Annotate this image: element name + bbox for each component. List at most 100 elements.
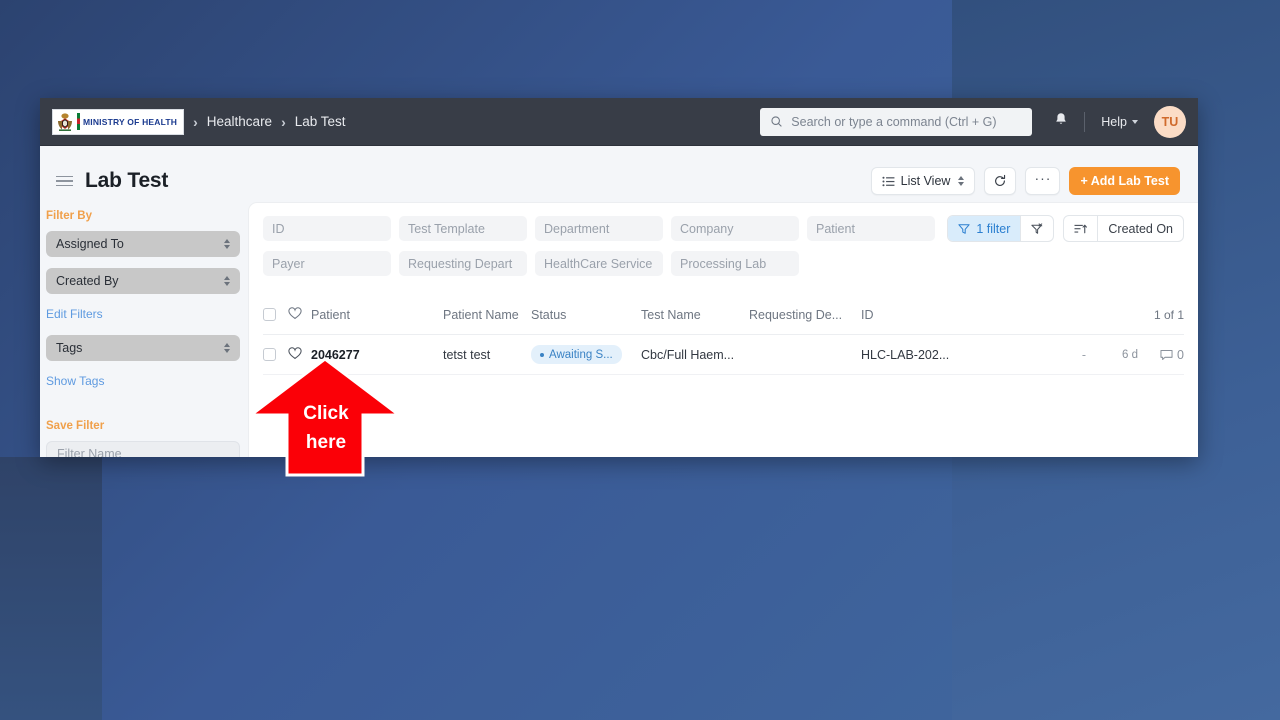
filter-name-input[interactable]: Filter Name bbox=[46, 441, 240, 457]
help-label: Help bbox=[1101, 114, 1127, 129]
logo-label: MINISTRY OF HEALTH bbox=[83, 116, 178, 127]
clear-filter-button[interactable] bbox=[1020, 216, 1053, 241]
status-dot-icon bbox=[540, 352, 544, 357]
chevron-down-icon bbox=[1132, 119, 1138, 124]
col-header-id[interactable]: ID bbox=[861, 308, 1154, 322]
status-badge-label: Awaiting S... bbox=[549, 348, 613, 361]
filter-sidebar: Filter By Assigned To Created By Edit Fi… bbox=[40, 202, 248, 457]
filter-patient-input[interactable]: Patient bbox=[807, 216, 935, 241]
search-placeholder: Search or type a command (Ctrl + G) bbox=[791, 114, 997, 129]
help-menu[interactable]: Help bbox=[1101, 115, 1138, 129]
filter-segment-group: 1 filter bbox=[947, 215, 1055, 242]
comment-icon bbox=[1160, 349, 1173, 360]
edit-filters-link[interactable]: Edit Filters bbox=[46, 307, 103, 321]
filter-department-input[interactable]: Department bbox=[535, 216, 663, 241]
sort-segment-group: Created On bbox=[1063, 215, 1184, 242]
page-container: Lab Test List View ··· + Add Lab Test Fi… bbox=[40, 146, 1198, 457]
cell-assigned: - bbox=[1081, 347, 1086, 362]
wallpaper-bottom-left-panel bbox=[0, 457, 102, 720]
assigned-to-label: Assigned To bbox=[56, 237, 124, 251]
result-count: 1 of 1 bbox=[1153, 307, 1184, 322]
col-header-requesting-dep[interactable]: Requesting De... bbox=[749, 308, 861, 322]
select-all-checkbox[interactable] bbox=[263, 308, 276, 321]
desktop-background: MINISTRY OF HEALTH › Healthcare › Lab Te… bbox=[0, 0, 1280, 720]
tags-label: Tags bbox=[56, 341, 83, 355]
cell-comments[interactable]: 0 bbox=[1138, 348, 1184, 362]
filter-healthcare-service-input[interactable]: HealthCare Service bbox=[535, 251, 663, 276]
filter-count-button[interactable]: 1 filter bbox=[948, 216, 1021, 241]
row-checkbox[interactable] bbox=[263, 348, 276, 361]
breadcrumb-separator-2: › bbox=[281, 113, 286, 130]
filter-payer-input[interactable]: Payer bbox=[263, 251, 391, 276]
ministry-of-health-logo[interactable]: MINISTRY OF HEALTH bbox=[52, 108, 185, 135]
list-view-label: List View bbox=[900, 174, 951, 188]
list-icon bbox=[882, 176, 895, 186]
filter-requesting-depart-input[interactable]: Requesting Depart bbox=[399, 251, 527, 276]
kenya-flag-stripe bbox=[77, 113, 80, 130]
filter-row-2: Payer Requesting Depart HealthCare Servi… bbox=[263, 251, 1184, 276]
chevron-updown-icon bbox=[224, 276, 230, 286]
row-favorite-heart-icon[interactable] bbox=[288, 346, 302, 363]
col-header-status[interactable]: Status bbox=[531, 308, 641, 322]
favorite-heart-icon[interactable] bbox=[288, 306, 302, 323]
lab-test-table: Patient Patient Name Status Test Name Re… bbox=[249, 295, 1198, 375]
list-card: ID Test Template Department Company Pati… bbox=[248, 202, 1198, 457]
kenya-coat-of-arms-icon bbox=[58, 112, 72, 131]
add-lab-test-button[interactable]: + Add Lab Test bbox=[1069, 167, 1180, 195]
cell-id: HLC-LAB-202... bbox=[861, 347, 950, 362]
chevron-updown-icon bbox=[224, 343, 230, 353]
sort-direction-button[interactable] bbox=[1064, 216, 1097, 241]
breadcrumb-separator-1: › bbox=[193, 113, 198, 130]
global-search-input[interactable]: Search or type a command (Ctrl + G) bbox=[760, 107, 1033, 136]
breadcrumb-healthcare[interactable]: Healthcare bbox=[207, 114, 272, 129]
save-filter-label: Save Filter bbox=[46, 420, 105, 432]
filter-fields: ID Test Template Department Company Pati… bbox=[249, 203, 1198, 295]
sidebar-toggle-icon[interactable] bbox=[56, 175, 73, 187]
app-navbar: MINISTRY OF HEALTH › Healthcare › Lab Te… bbox=[40, 98, 1198, 146]
search-icon bbox=[771, 116, 783, 127]
more-options-button[interactable]: ··· bbox=[1025, 167, 1061, 195]
sort-field-button[interactable]: Created On bbox=[1097, 216, 1183, 241]
col-header-test-name[interactable]: Test Name bbox=[641, 308, 749, 322]
created-by-select[interactable]: Created By bbox=[46, 268, 240, 294]
cell-patient-name: tetst test bbox=[443, 347, 491, 362]
notifications-bell-icon[interactable] bbox=[1054, 112, 1068, 132]
table-row[interactable]: 2046277 tetst test Awaiting S... Cbc/Ful… bbox=[263, 335, 1184, 375]
filter-test-template-input[interactable]: Test Template bbox=[399, 216, 527, 241]
comment-count: 0 bbox=[1177, 347, 1184, 362]
created-by-label: Created By bbox=[56, 274, 119, 288]
filter-clear-icon bbox=[1031, 222, 1043, 234]
content-columns: Filter By Assigned To Created By Edit Fi… bbox=[40, 202, 1198, 457]
cell-status: Awaiting S... bbox=[531, 345, 641, 364]
browser-window: MINISTRY OF HEALTH › Healthcare › Lab Te… bbox=[40, 98, 1198, 457]
refresh-button[interactable] bbox=[984, 167, 1017, 195]
sort-updown-icon bbox=[958, 176, 965, 186]
filter-count-label: 1 filter bbox=[976, 221, 1011, 236]
cell-patient-link[interactable]: 2046277 bbox=[311, 348, 443, 362]
chevron-updown-icon bbox=[224, 239, 230, 249]
filter-processing-lab-input[interactable]: Processing Lab bbox=[671, 251, 799, 276]
show-tags-link[interactable]: Show Tags bbox=[46, 374, 104, 388]
filter-row-1: ID Test Template Department Company Pati… bbox=[263, 215, 1184, 242]
page-title: Lab Test bbox=[85, 169, 169, 192]
cell-modified-age: 6 d bbox=[1122, 348, 1138, 361]
sort-ascending-icon bbox=[1074, 224, 1088, 233]
table-header-row: Patient Patient Name Status Test Name Re… bbox=[263, 295, 1184, 335]
page-header: Lab Test List View ··· + Add Lab Test bbox=[40, 146, 1198, 202]
avatar[interactable]: TU bbox=[1154, 105, 1186, 138]
refresh-icon bbox=[995, 174, 1006, 186]
list-view-button[interactable]: List View bbox=[870, 167, 976, 195]
tags-select[interactable]: Tags bbox=[46, 335, 240, 361]
filter-id-input[interactable]: ID bbox=[263, 216, 391, 241]
navbar-divider bbox=[1084, 111, 1086, 132]
breadcrumb-lab-test[interactable]: Lab Test bbox=[295, 114, 346, 129]
assigned-to-select[interactable]: Assigned To bbox=[46, 231, 240, 257]
col-header-patient[interactable]: Patient bbox=[311, 308, 443, 322]
filter-icon bbox=[958, 223, 970, 234]
filter-company-input[interactable]: Company bbox=[671, 216, 799, 241]
status-badge: Awaiting S... bbox=[531, 345, 622, 364]
filter-by-label: Filter By bbox=[46, 210, 93, 222]
cell-test-name: Cbc/Full Haem... bbox=[641, 347, 735, 362]
sort-field-label: Created On bbox=[1108, 221, 1173, 236]
col-header-patient-name[interactable]: Patient Name bbox=[443, 308, 531, 322]
